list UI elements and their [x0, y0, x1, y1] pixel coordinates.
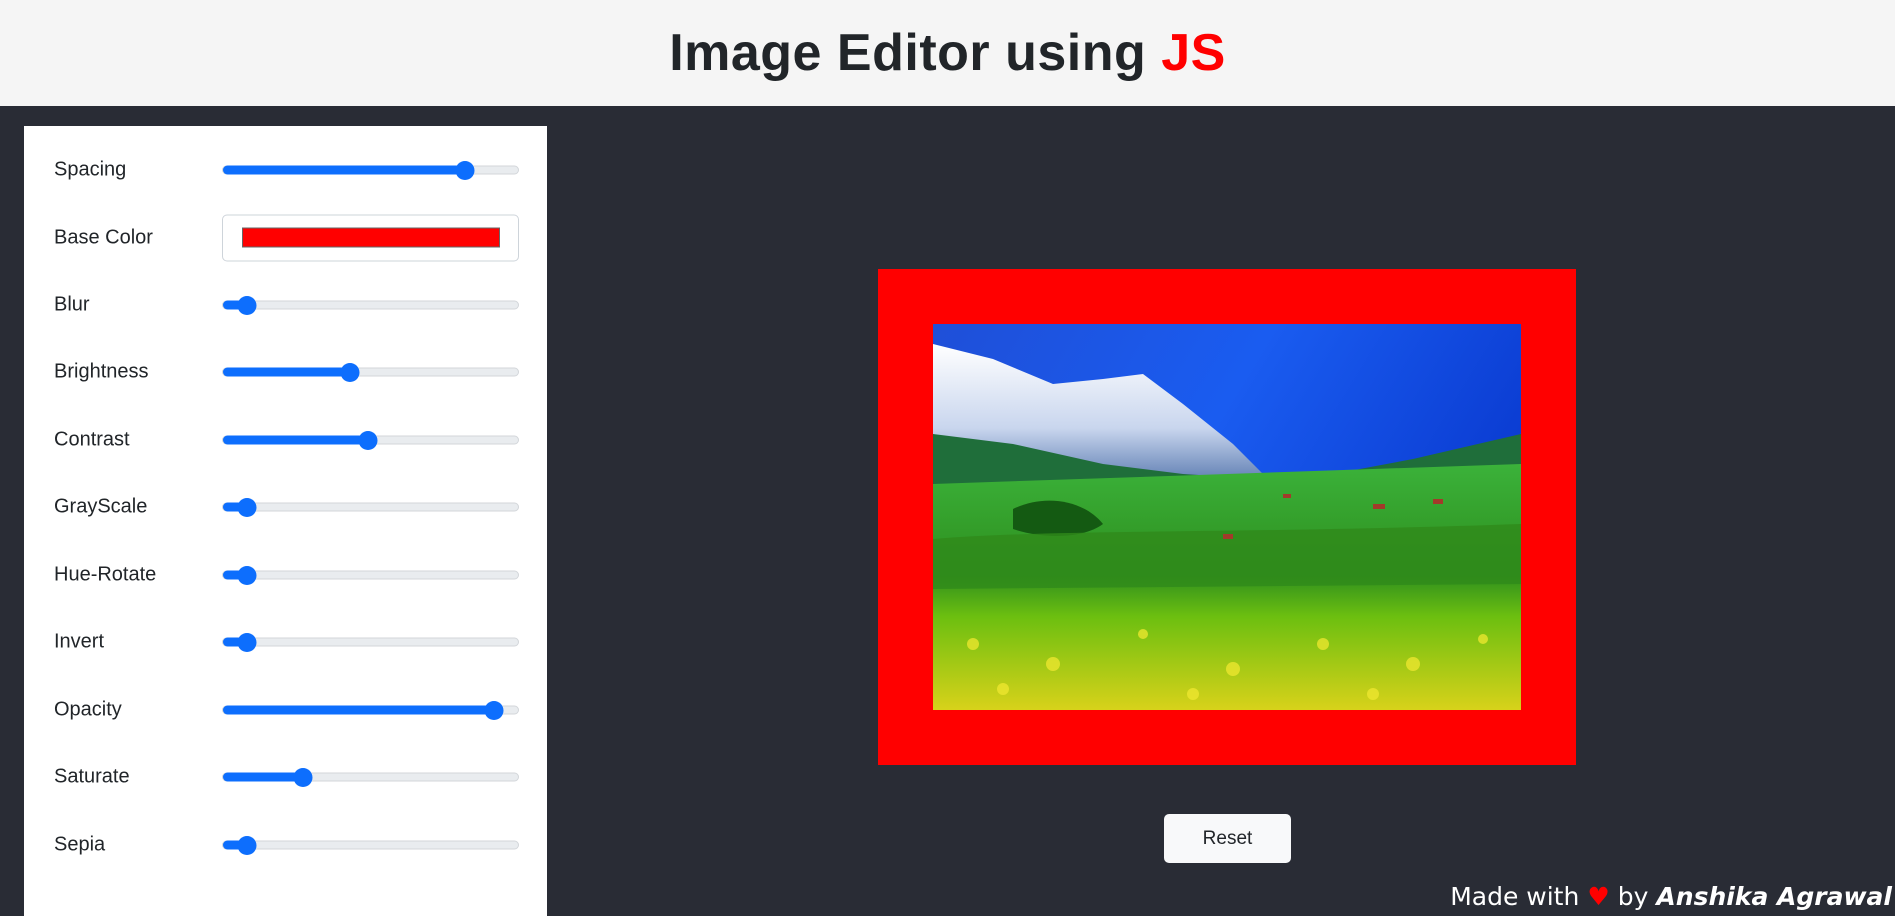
slider-fill [223, 435, 368, 445]
hue-rotate-label: Hue-Rotate [54, 563, 157, 586]
control-row-brightness: Brightness [24, 352, 547, 392]
opacity-label: Opacity [54, 698, 122, 721]
blur-slider[interactable] [222, 295, 519, 315]
slider-thumb[interactable] [237, 295, 257, 315]
spacing-label: Spacing [54, 158, 127, 181]
control-row-blur: Blur [24, 285, 547, 325]
base-color-input[interactable] [222, 214, 519, 262]
reset-button[interactable]: Reset [1164, 814, 1291, 863]
page-title: Image Editor using JS [669, 23, 1226, 83]
blur-label: Blur [54, 293, 90, 316]
title-main: Image Editor using [669, 24, 1162, 82]
slider-fill [223, 165, 465, 175]
contrast-label: Contrast [54, 428, 130, 451]
slider-thumb[interactable] [340, 362, 360, 382]
control-row-sepia: Sepia [24, 825, 547, 865]
saturate-slider[interactable] [222, 767, 519, 787]
slider-thumb[interactable] [237, 835, 257, 855]
landscape-photo [933, 324, 1521, 710]
control-row-hue-rotate: Hue-Rotate [24, 555, 547, 595]
invert-label: Invert [54, 630, 105, 653]
slider-fill [223, 367, 350, 377]
slider-thumb[interactable] [484, 700, 504, 720]
opacity-slider[interactable] [222, 700, 519, 720]
control-row-saturate: Saturate [24, 757, 547, 797]
brightness-slider[interactable] [222, 362, 519, 382]
control-row-spacing: Spacing [24, 150, 547, 190]
slider-fill [223, 772, 303, 782]
grayscale-slider[interactable] [222, 497, 519, 517]
base-color-label: Base Color [54, 226, 153, 249]
invert-slider[interactable] [222, 632, 519, 652]
slider-thumb[interactable] [455, 160, 475, 180]
hue-rotate-slider[interactable] [222, 565, 519, 585]
slider-thumb[interactable] [237, 565, 257, 585]
slider-fill [223, 705, 495, 715]
landscape-photo-graphic [933, 324, 1521, 710]
grayscale-label: GrayScale [54, 495, 148, 518]
slider-thumb[interactable] [293, 767, 313, 787]
control-row-invert: Invert [24, 622, 547, 662]
control-row-opacity: Opacity [24, 690, 547, 730]
saturate-label: Saturate [54, 765, 130, 788]
footer-by: by [1617, 882, 1649, 911]
sepia-label: Sepia [54, 833, 106, 856]
footer-credit: Made with ♥ by Anshika Agrawal [1450, 882, 1892, 911]
footer-author: Anshika Agrawal [1656, 882, 1892, 911]
brightness-label: Brightness [54, 360, 149, 383]
control-row-contrast: Contrast [24, 420, 547, 460]
image-preview-frame [878, 269, 1576, 765]
filter-controls-panel: Spacing Base Color Blur Brightness Contr… [24, 126, 547, 916]
slider-thumb[interactable] [237, 497, 257, 517]
slider-thumb[interactable] [358, 430, 378, 450]
control-row-grayscale: GrayScale [24, 487, 547, 527]
page-header: Image Editor using JS [0, 0, 1895, 106]
heart-icon: ♥ [1587, 882, 1610, 911]
title-accent: JS [1161, 24, 1226, 82]
color-swatch [242, 227, 500, 248]
footer-made-with: Made with [1450, 882, 1580, 911]
slider-thumb[interactable] [237, 632, 257, 652]
spacing-slider[interactable] [222, 160, 519, 180]
contrast-slider[interactable] [222, 430, 519, 450]
sepia-slider[interactable] [222, 835, 519, 855]
control-row-base-color: Base Color [24, 214, 547, 262]
